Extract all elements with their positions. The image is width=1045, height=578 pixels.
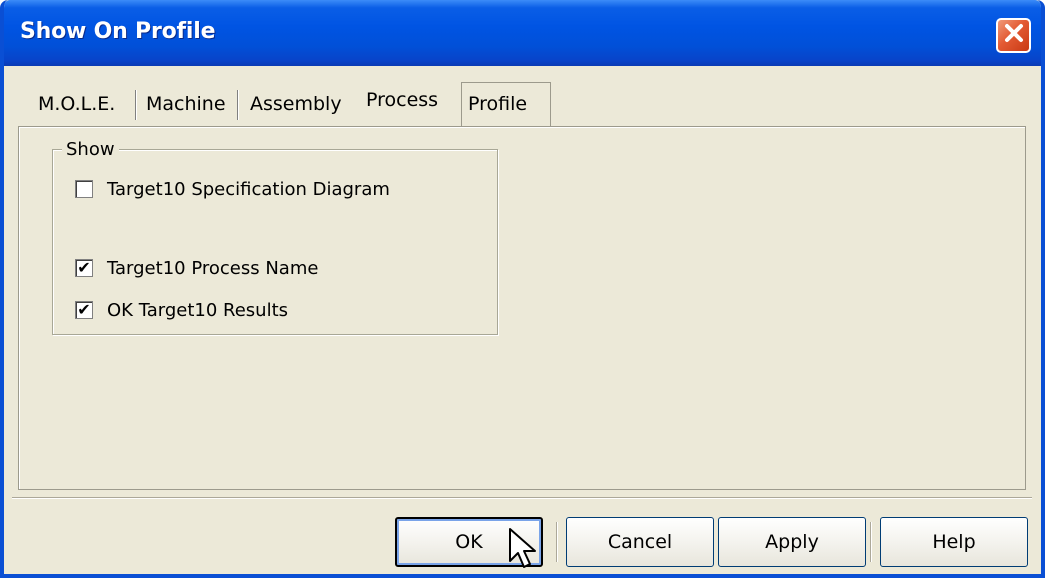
title-bar[interactable]: Show On Profile (4, 0, 1041, 66)
option-ok-results[interactable]: ✔ OK Target10 Results (75, 298, 288, 322)
checkmark-icon: ✔ (77, 258, 91, 277)
apply-button[interactable]: Apply (718, 517, 866, 567)
tab-strip: M.O.L.E. Machine Assembly Process Profil… (14, 82, 1024, 128)
button-divider (556, 522, 558, 562)
tab-machine[interactable]: Machine (146, 82, 226, 126)
option-label: Target10 Specification Diagram (107, 178, 390, 200)
option-specification-diagram[interactable]: Target10 Specification Diagram (75, 177, 390, 201)
option-label: Target10 Process Name (107, 257, 319, 279)
tab-profile[interactable]: Profile (468, 82, 527, 126)
close-button[interactable] (996, 18, 1031, 53)
option-label: OK Target10 Results (107, 299, 289, 321)
option-process-name[interactable]: ✔ Target10 Process Name (75, 256, 318, 280)
groupbox-legend: Show (62, 139, 119, 160)
cancel-button[interactable]: Cancel (566, 517, 714, 567)
checkbox-process-name[interactable]: ✔ (75, 259, 93, 277)
mouse-cursor-icon (508, 527, 538, 571)
checkbox-ok-results[interactable]: ✔ (75, 301, 93, 319)
tab-divider (237, 90, 239, 120)
tab-process[interactable]: Process (366, 78, 438, 122)
button-divider (870, 522, 872, 562)
tab-mole[interactable]: M.O.L.E. (38, 82, 115, 126)
footer-separator (12, 497, 1032, 499)
tab-divider (135, 90, 137, 120)
window-title: Show On Profile (20, 19, 216, 44)
checkbox-specification-diagram[interactable] (75, 180, 93, 198)
close-icon (1003, 22, 1025, 49)
checkmark-icon: ✔ (77, 300, 91, 319)
help-button[interactable]: Help (880, 517, 1028, 567)
tab-assembly[interactable]: Assembly (250, 82, 342, 126)
